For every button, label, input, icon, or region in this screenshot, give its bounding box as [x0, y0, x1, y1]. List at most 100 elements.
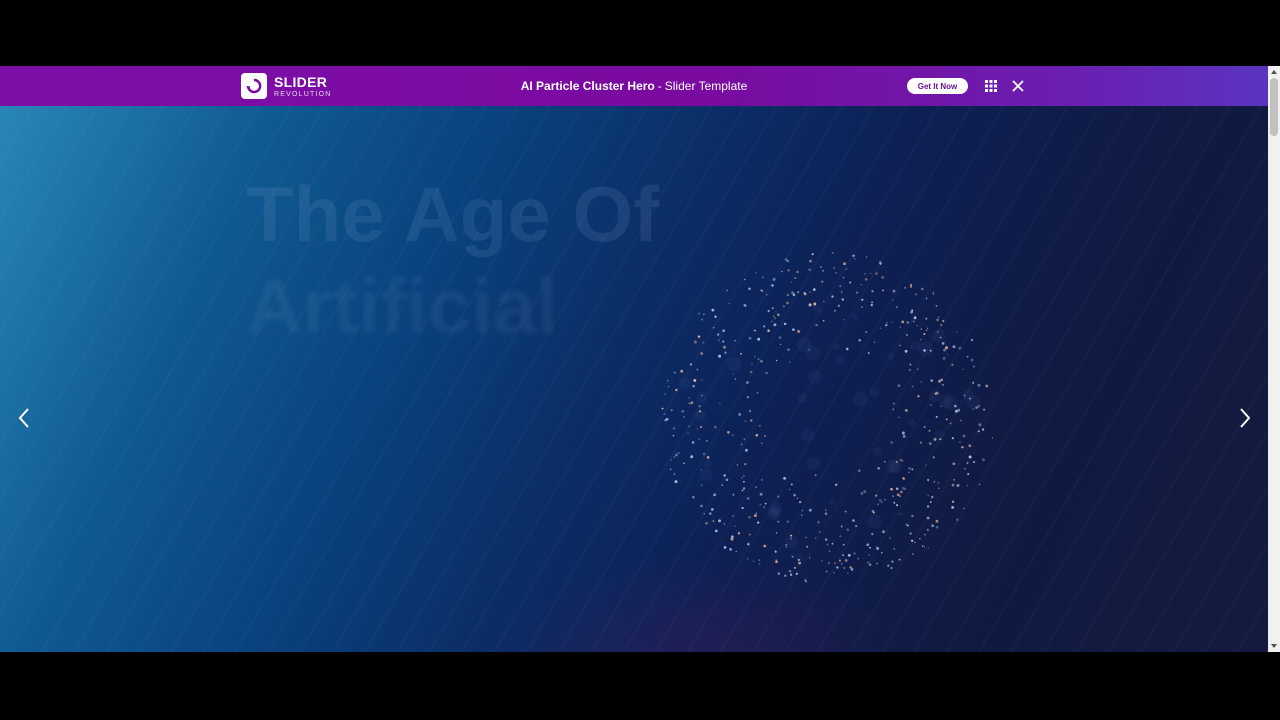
particle-dot — [741, 507, 744, 510]
particle-dot — [670, 459, 673, 461]
particle-dot — [750, 419, 753, 422]
particle-dot — [727, 431, 730, 434]
particle-dot — [783, 305, 785, 308]
particle-dot — [877, 503, 879, 505]
particle-dot — [901, 431, 905, 435]
particle-dot — [849, 566, 852, 569]
particle-dot — [933, 480, 936, 483]
particle-glow — [797, 337, 812, 352]
grid-icon[interactable] — [985, 80, 997, 92]
particle-dot — [955, 331, 958, 333]
particle-dot — [680, 369, 684, 373]
particle-dot — [837, 304, 841, 308]
particle-dot — [734, 378, 737, 380]
page-scrollbar[interactable] — [1268, 66, 1280, 652]
particle-dot — [797, 291, 800, 293]
particle-dot — [840, 563, 843, 565]
particle-dot — [875, 272, 878, 275]
chevron-right-icon[interactable] — [1237, 406, 1253, 430]
particle-dot — [801, 514, 803, 516]
particle-dot — [891, 321, 893, 324]
particle-dot — [911, 385, 914, 388]
particle-dot — [688, 425, 690, 428]
particle-dot — [701, 379, 703, 381]
particle-dot — [813, 302, 817, 306]
hero-slide: The Age Of Artificial — [0, 106, 1268, 652]
particle-dot — [737, 532, 741, 535]
particle-dot — [928, 429, 931, 432]
particle-dot — [909, 363, 912, 366]
particle-glow — [933, 429, 945, 441]
scroll-down-icon[interactable] — [1270, 642, 1278, 650]
particle-dot — [742, 474, 745, 477]
particle-dot — [744, 305, 747, 307]
particle-dot — [753, 329, 756, 332]
particle-dot — [930, 379, 934, 382]
particle-glow — [694, 409, 706, 421]
particle-dot — [732, 373, 734, 375]
particle-dot — [803, 291, 806, 294]
particle-dot — [674, 480, 678, 484]
particle-dot — [847, 553, 851, 557]
particle-glow — [797, 394, 808, 404]
particle-dot — [671, 409, 673, 411]
particle-dot — [723, 546, 727, 549]
particle-dot — [756, 391, 759, 394]
particle-dot — [892, 299, 894, 302]
particle-dot — [743, 438, 746, 441]
particle-dot — [852, 519, 855, 522]
particle-glow — [931, 328, 946, 343]
particle-dot — [773, 323, 777, 327]
scrollbar-thumb[interactable] — [1270, 78, 1278, 136]
particle-dot — [866, 543, 869, 546]
particle-dot — [723, 345, 726, 349]
particle-dot — [892, 495, 894, 497]
particle-glow — [678, 377, 692, 390]
particle-dot — [811, 253, 814, 256]
scroll-up-icon[interactable] — [1270, 68, 1278, 76]
particle-dot — [785, 546, 787, 548]
particle-dot — [790, 281, 792, 283]
particle-dot — [991, 437, 994, 439]
template-title-name: AI Particle Cluster Hero — [520, 79, 655, 93]
particle-dot — [890, 487, 893, 491]
particle-dot — [884, 461, 886, 463]
particle-dot — [744, 278, 746, 281]
particle-dot — [728, 302, 730, 305]
particle-glow — [918, 341, 934, 357]
particle-dot — [840, 291, 843, 293]
particle-dot — [962, 507, 965, 510]
particle-dot — [864, 278, 868, 281]
particle-dot — [923, 333, 926, 336]
particle-dot — [815, 323, 818, 327]
chevron-left-icon[interactable] — [16, 406, 32, 430]
particle-dot — [844, 510, 847, 513]
particle-dot — [742, 480, 745, 483]
slider-revolution-logo[interactable]: SLIDER REVOLUTION — [241, 73, 332, 99]
particle-dot — [846, 528, 850, 531]
particle-dot — [972, 365, 975, 368]
particle-dot — [951, 505, 955, 509]
particle-dot — [762, 276, 764, 279]
particle-dot — [897, 384, 901, 387]
particle-dot — [905, 333, 908, 336]
particle-dot — [876, 547, 880, 550]
close-icon[interactable] — [1012, 80, 1024, 92]
particle-dot — [740, 443, 743, 445]
particle-dot — [861, 306, 863, 308]
particle-dot — [705, 522, 708, 525]
particle-dot — [926, 516, 930, 520]
particle-dot — [757, 358, 760, 361]
get-it-now-button[interactable]: Get It Now — [907, 78, 968, 94]
particle-dot — [767, 329, 770, 333]
particle-dot — [858, 339, 861, 342]
particle-dot — [972, 381, 975, 384]
particle-dot — [938, 379, 941, 383]
particle-glow — [870, 387, 880, 398]
particle-dot — [825, 570, 828, 573]
particle-dot — [758, 563, 761, 565]
particle-dot — [775, 559, 778, 561]
particle-dot — [841, 298, 845, 301]
particle-dot — [831, 542, 834, 545]
particle-dot — [932, 456, 935, 459]
